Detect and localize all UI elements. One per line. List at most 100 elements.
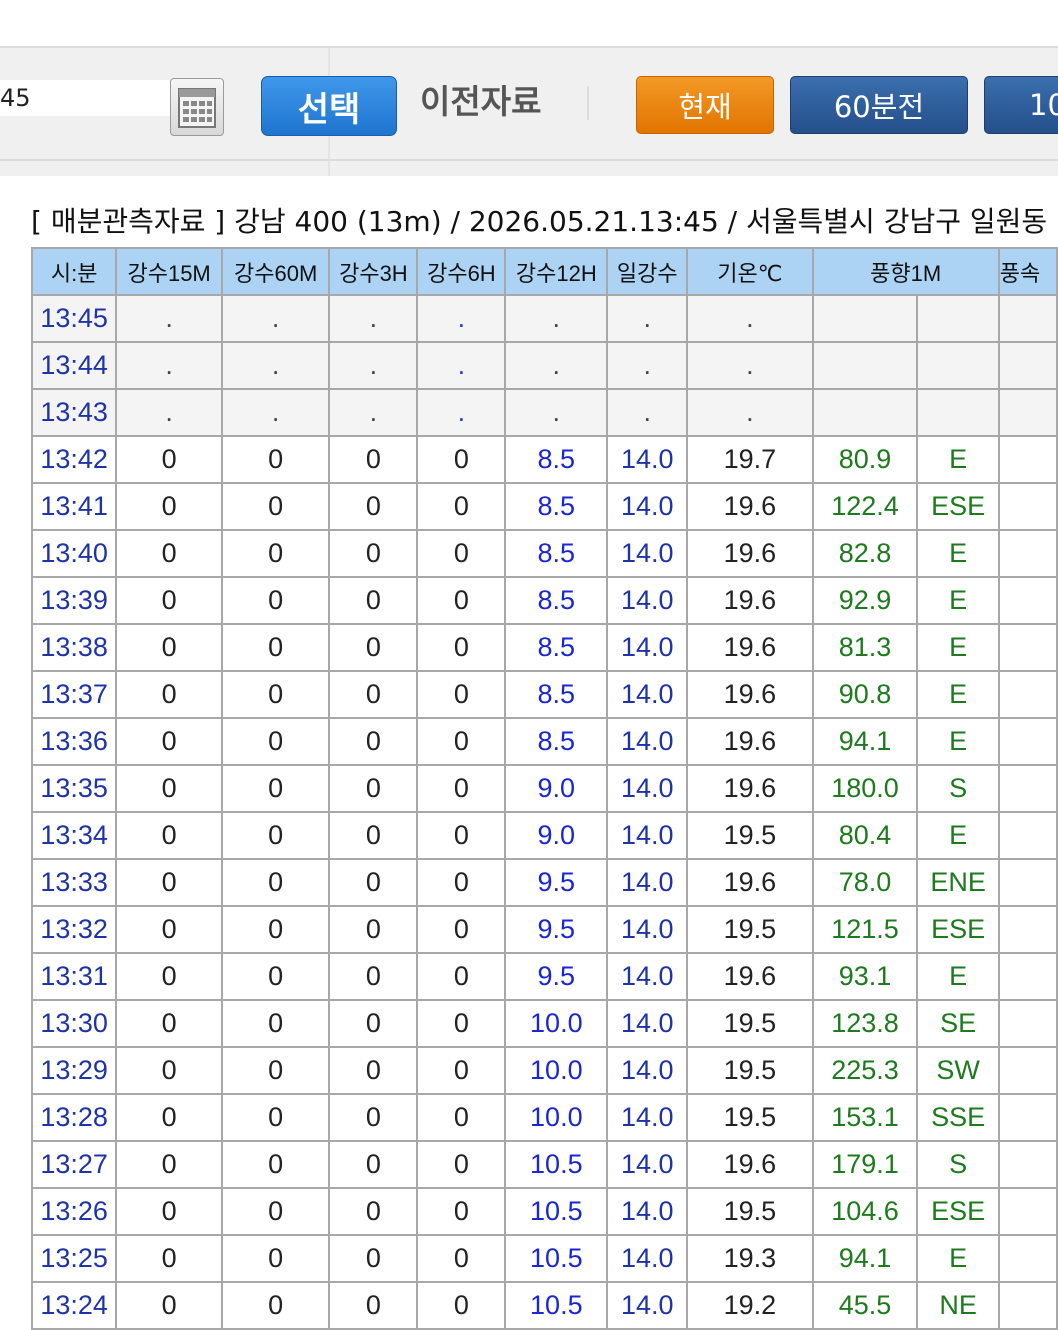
rain-3h-cell: 0: [328, 811, 419, 860]
daily-rain-cell: 14.0: [606, 1187, 689, 1236]
rain-12h-cell: 10.0: [504, 999, 609, 1048]
rain-3h-cell: 0: [328, 999, 419, 1048]
rain-15m-cell: 0: [115, 764, 223, 813]
rain-15m-cell: 0: [115, 999, 223, 1048]
temperature-cell: 19.5: [686, 1046, 814, 1095]
wind-deg-cell: 153.1: [811, 1093, 919, 1142]
daily-rain-cell: 14.0: [606, 952, 689, 1001]
table-row: 13:40 0 0 0 0 8.5 14.0 19.6 82.8 E: [30, 529, 1058, 578]
missing-value-cell: .: [220, 388, 331, 437]
table-row: 13:38 0 0 0 0 8.5 14.0 19.6 81.3 E: [30, 623, 1058, 672]
rain-15m-cell: 0: [115, 1234, 223, 1283]
now-button[interactable]: 현재: [636, 76, 774, 134]
wind-dir-cell: ESE: [916, 1187, 1000, 1236]
wind-deg-cell: 45.5: [811, 1281, 919, 1330]
rain-12h-cell: 9.5: [504, 905, 609, 954]
select-button[interactable]: 선택: [261, 76, 397, 136]
daily-rain-cell: 14.0: [606, 811, 689, 860]
wind-dir-cell: E: [916, 576, 1000, 625]
missing-value-cell: .: [504, 341, 609, 390]
temperature-cell: 19.6: [686, 576, 814, 625]
wind-speed-cell: [997, 717, 1058, 766]
missing-value-cell: .: [686, 341, 814, 390]
rain-6h-cell: 0: [416, 1140, 507, 1189]
wind-deg-cell: 104.6: [811, 1187, 919, 1236]
missing-value-cell: .: [115, 341, 223, 390]
wind-dir-cell: SSE: [916, 1093, 1000, 1142]
next-offset-button[interactable]: 10: [984, 76, 1058, 134]
wind-dir-cell: E: [916, 435, 1000, 484]
rain-15m-cell: 0: [115, 905, 223, 954]
wind-speed-cell: [997, 1187, 1058, 1236]
rain-60m-cell: 0: [220, 1234, 331, 1283]
missing-value-cell: .: [606, 341, 689, 390]
temperature-cell: 19.6: [686, 670, 814, 719]
rain-3h-cell: 0: [328, 1093, 419, 1142]
rain-60m-cell: 0: [220, 1281, 331, 1330]
rain-12h-cell: 8.5: [504, 576, 609, 625]
wind-dir-cell: ESE: [916, 482, 1000, 531]
daily-rain-cell: 14.0: [606, 1046, 689, 1095]
rain-3h-cell: 0: [328, 670, 419, 719]
column-header: 강수15M: [115, 247, 223, 296]
rain-60m-cell: 0: [220, 435, 331, 484]
rain-3h-cell: 0: [328, 576, 419, 625]
station-heading: [ 매분관측자료 ] 강남 400 (13m) / 2026.05.21.13:…: [31, 205, 1048, 238]
time-cell: 13:39: [30, 576, 118, 625]
table-row: 13:30 0 0 0 0 10.0 14.0 19.5 123.8 SE: [30, 999, 1058, 1048]
rain-60m-cell: 0: [220, 1046, 331, 1095]
60min-before-button[interactable]: 60분전: [790, 76, 968, 134]
rain-3h-cell: 0: [328, 1187, 419, 1236]
wind-deg-cell: 225.3: [811, 1046, 919, 1095]
wind-dir-cell: [916, 341, 1000, 390]
missing-value-cell: .: [416, 294, 507, 343]
rain-60m-cell: 0: [220, 529, 331, 578]
rain-12h-cell: 10.5: [504, 1187, 609, 1236]
wind-speed-cell: [997, 388, 1058, 437]
column-header: 강수6H: [416, 247, 507, 296]
rain-15m-cell: 0: [115, 952, 223, 1001]
table-row: 13:26 0 0 0 0 10.5 14.0 19.5 104.6 ESE: [30, 1187, 1058, 1236]
rain-6h-cell: 0: [416, 482, 507, 531]
temperature-cell: 19.2: [686, 1281, 814, 1330]
wind-speed-cell: [997, 670, 1058, 719]
table-row: 13:37 0 0 0 0 8.5 14.0 19.6 90.8 E: [30, 670, 1058, 719]
rain-15m-cell: 0: [115, 1187, 223, 1236]
time-cell: 13:26: [30, 1187, 118, 1236]
missing-value-cell: .: [328, 294, 419, 343]
wind-speed-cell: [997, 341, 1058, 390]
rain-60m-cell: 0: [220, 1140, 331, 1189]
wind-dir-cell: SW: [916, 1046, 1000, 1095]
wind-deg-cell: [811, 388, 919, 437]
column-header: 기온℃: [686, 247, 814, 296]
time-cell: 13:43: [30, 388, 118, 437]
rain-12h-cell: 9.5: [504, 858, 609, 907]
rain-12h-cell: 8.5: [504, 482, 609, 531]
rain-60m-cell: 0: [220, 999, 331, 1048]
calendar-icon: [178, 88, 216, 128]
wind-dir-cell: [916, 388, 1000, 437]
table-row: 13:31 0 0 0 0 9.5 14.0 19.6 93.1 E: [30, 952, 1058, 1001]
daily-rain-cell: 14.0: [606, 576, 689, 625]
time-cell: 13:35: [30, 764, 118, 813]
wind-dir-cell: SE: [916, 999, 1000, 1048]
rain-6h-cell: 0: [416, 670, 507, 719]
wind-dir-cell: S: [916, 1140, 1000, 1189]
wind-speed-cell: [997, 905, 1058, 954]
rain-15m-cell: 0: [115, 529, 223, 578]
rain-15m-cell: 0: [115, 1093, 223, 1142]
daily-rain-cell: 14.0: [606, 905, 689, 954]
rain-12h-cell: 8.5: [504, 529, 609, 578]
wind-speed-cell: [997, 952, 1058, 1001]
daily-rain-cell: 14.0: [606, 858, 689, 907]
calendar-button[interactable]: [170, 78, 224, 136]
time-cell: 13:40: [30, 529, 118, 578]
table-row: 13:29 0 0 0 0 10.0 14.0 19.5 225.3 SW: [30, 1046, 1058, 1095]
wind-deg-cell: 94.1: [811, 717, 919, 766]
date-time-input[interactable]: [0, 80, 170, 116]
rain-6h-cell: 0: [416, 1046, 507, 1095]
rain-6h-cell: 0: [416, 623, 507, 672]
missing-value-cell: .: [220, 341, 331, 390]
wind-speed-cell: [997, 529, 1058, 578]
rain-12h-cell: 10.0: [504, 1046, 609, 1095]
